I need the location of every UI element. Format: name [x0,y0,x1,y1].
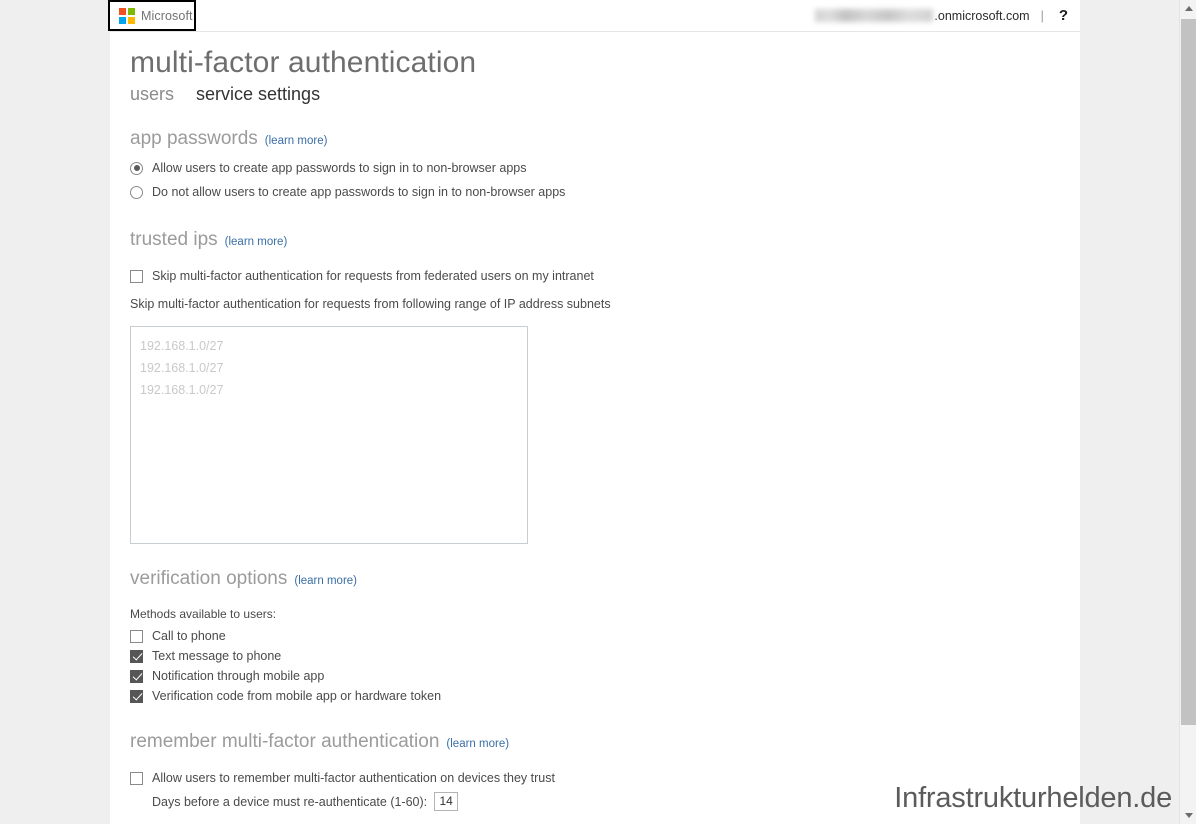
checkbox-label-notification-through-mobile-app: Notification through mobile app [152,669,325,683]
app-window: .onmicrosoft.com | ? Microsoft multi-fac… [0,0,1196,824]
watermark-text: Infrastrukturhelden.de [894,782,1172,814]
microsoft-wordmark: Microsoft [141,8,193,23]
radio-disallow-app-passwords[interactable] [130,185,143,199]
tenant-domain-label: .onmicrosoft.com [934,8,1030,23]
tab-users[interactable]: users [130,84,174,105]
tenant-name-redacted [815,9,934,22]
ip-placeholder-line: 192.168.1.0/27 [140,339,224,353]
verification-methods-list: Call to phone Text message to phone Noti… [130,628,1060,704]
checkbox-label-verification-code: Verification code from mobile app or har… [152,689,442,703]
checkbox-call-to-phone[interactable] [130,629,143,643]
checkbox-row-text-message-to-phone[interactable]: Text message to phone [130,648,1060,664]
section-header-app-passwords: app passwords (learn more) [130,128,1060,150]
scroll-down-arrow-icon[interactable] [1180,807,1196,824]
checkbox-label-allow-remember-mfa: Allow users to remember multi-factor aut… [152,771,555,785]
section-header-remember-mfa: remember multi-factor authentication (le… [130,731,1060,753]
checkbox-label-federated-users: Skip multi-factor authentication for req… [152,269,594,283]
page-title: multi-factor authentication [130,46,477,79]
radio-label-allow-app-passwords: Allow users to create app passwords to s… [152,161,527,175]
scrollbar-thumb[interactable] [1181,19,1196,725]
tab-service-settings[interactable]: service settings [196,84,320,105]
app-passwords-radio-group: Allow users to create app passwords to s… [130,160,1060,200]
ip-placeholder-line: 192.168.1.0/27 [140,361,224,375]
learn-more-link-remember-mfa[interactable]: (learn more) [446,737,509,751]
microsoft-logo-icon [119,7,135,24]
app-header: .onmicrosoft.com | ? [110,0,1080,32]
scroll-up-arrow-icon[interactable] [1180,0,1196,17]
checkbox-row-federated-users[interactable]: Skip multi-factor authentication for req… [130,268,1060,284]
radio-label-disallow-app-passwords: Do not allow users to create app passwor… [152,185,566,199]
ip-placeholder-line: 192.168.1.0/27 [140,383,224,397]
days-before-reauth-input[interactable]: 14 [434,792,459,811]
learn-more-link-verification-options[interactable]: (learn more) [294,574,357,588]
checkbox-allow-remember-mfa[interactable] [130,771,143,785]
section-header-verification-options: verification options (learn more) [130,568,1060,590]
radio-row-disallow-app-passwords[interactable]: Do not allow users to create app passwor… [130,184,1060,200]
checkbox-row-notification-through-mobile-app[interactable]: Notification through mobile app [130,668,1060,684]
help-icon[interactable]: ? [1053,7,1074,24]
tab-bar: users service settings [130,84,1060,105]
ip-subnets-textarea[interactable]: 192.168.1.0/27 192.168.1.0/27 192.168.1.… [130,326,528,544]
checkbox-label-text-message-to-phone: Text message to phone [152,649,282,663]
checkbox-row-call-to-phone[interactable]: Call to phone [130,628,1060,644]
methods-available-label: Methods available to users: [130,607,277,621]
checkbox-verification-code[interactable] [130,689,143,703]
checkbox-label-call-to-phone: Call to phone [152,629,226,643]
learn-more-link-app-passwords[interactable]: (learn more) [265,134,328,148]
section-title-verification-options: verification options [130,568,288,589]
subnets-description: Skip multi-factor authentication for req… [130,297,611,311]
section-title-app-passwords: app passwords [130,128,258,149]
radio-allow-app-passwords[interactable] [130,161,143,175]
main-content: multi-factor authentication users servic… [130,44,1060,811]
vertical-scrollbar[interactable] [1179,0,1196,824]
checkbox-text-message-to-phone[interactable] [130,649,143,663]
header-divider: | [1040,8,1044,23]
header-account-area: .onmicrosoft.com | ? [815,0,1074,31]
checkbox-notification-through-mobile-app[interactable] [130,669,143,683]
days-before-reauth-label: Days before a device must re-authenticat… [152,794,428,809]
learn-more-link-trusted-ips[interactable]: (learn more) [225,235,288,249]
radio-row-allow-app-passwords[interactable]: Allow users to create app passwords to s… [130,160,1060,176]
section-title-trusted-ips: trusted ips [130,229,218,250]
checkbox-federated-users[interactable] [130,269,143,283]
section-header-trusted-ips: trusted ips (learn more) [130,229,1060,251]
section-title-remember-mfa: remember multi-factor authentication [130,731,440,752]
microsoft-logo-button[interactable]: Microsoft [108,0,196,31]
checkbox-row-verification-code[interactable]: Verification code from mobile app or har… [130,688,1060,704]
